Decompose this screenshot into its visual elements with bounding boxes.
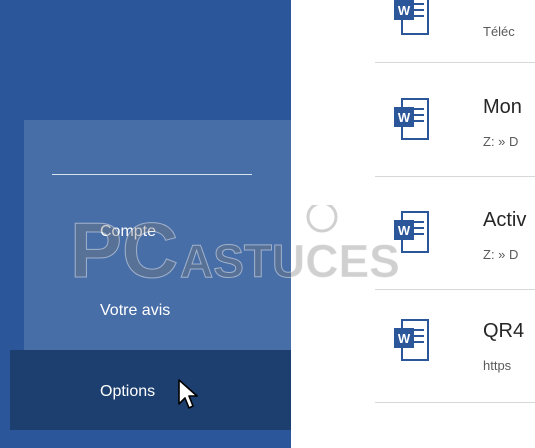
sidebar-divider (52, 174, 252, 175)
doc-path: Téléc (483, 24, 515, 39)
doc-path: Z: » D (483, 247, 519, 262)
doc-path: https (483, 358, 512, 373)
doc-title[interactable]: Activ (483, 209, 535, 232)
sidebar-item-options[interactable]: Options (100, 383, 155, 401)
doc-title[interactable]: QR4 (483, 320, 535, 343)
doc-path: Z: » D (483, 134, 519, 149)
sidebar-item-votre-avis[interactable]: Votre avis (100, 302, 170, 320)
list-divider (375, 62, 535, 63)
svg-text:W: W (398, 223, 411, 238)
word-document-icon[interactable]: W (392, 210, 432, 256)
list-divider (375, 176, 535, 177)
word-document-icon[interactable]: W (392, 0, 432, 38)
svg-text:W: W (398, 331, 411, 346)
mouse-pointer-icon (178, 379, 198, 409)
backstage-sidebar: Compte Votre avis Options (0, 0, 291, 448)
sidebar-item-compte[interactable]: Compte (100, 223, 156, 241)
word-document-icon[interactable]: W (392, 318, 432, 364)
word-document-icon[interactable]: W (392, 97, 432, 143)
svg-text:W: W (398, 110, 411, 125)
svg-text:W: W (398, 3, 411, 18)
list-divider (375, 402, 535, 403)
doc-title[interactable]: Mon (483, 96, 535, 119)
list-divider (375, 289, 535, 290)
